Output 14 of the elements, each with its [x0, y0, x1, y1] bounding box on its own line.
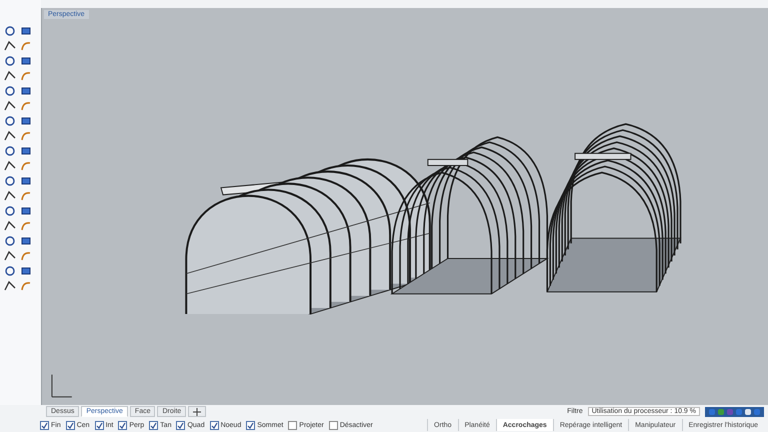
checkbox[interactable]: [66, 420, 75, 430]
checkbox[interactable]: [246, 420, 256, 430]
add-tab-icon[interactable]: [188, 406, 206, 417]
checkbox[interactable]: [210, 420, 219, 430]
checkbox[interactable]: [149, 420, 158, 430]
checkbox[interactable]: [118, 420, 128, 430]
checkbox[interactable]: [288, 420, 298, 430]
checkbox[interactable]: [328, 420, 338, 430]
checkbox[interactable]: [40, 420, 49, 430]
checkbox[interactable]: [94, 420, 104, 430]
polyline-icon[interactable]: [3, 39, 17, 53]
checkbox[interactable]: [176, 420, 186, 430]
circle-icon[interactable]: [3, 54, 17, 68]
axis-icon: [51, 374, 72, 398]
